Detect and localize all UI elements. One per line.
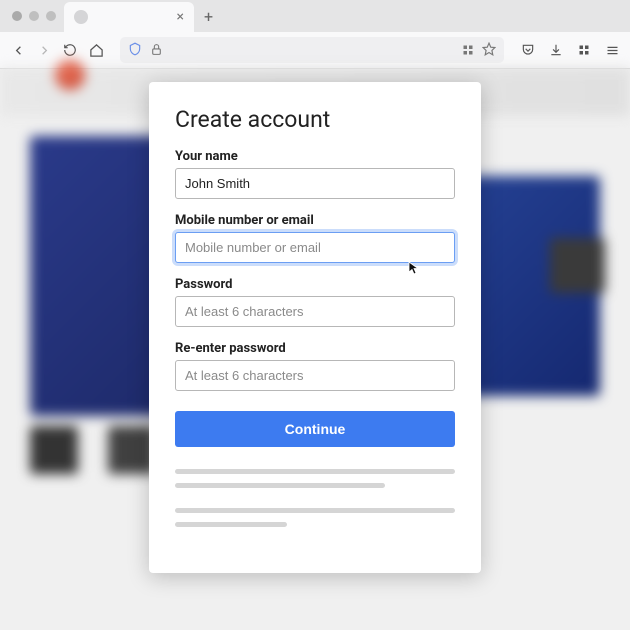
modal-title: Create account xyxy=(175,106,455,133)
grid-icon[interactable] xyxy=(462,41,474,60)
mobile-email-input[interactable] xyxy=(175,232,455,263)
maximize-window-button[interactable] xyxy=(46,11,56,21)
name-field: Your name xyxy=(175,149,455,199)
mobile-email-label: Mobile number or email xyxy=(175,213,455,228)
close-tab-icon[interactable]: × xyxy=(177,10,184,24)
shield-icon[interactable] xyxy=(128,41,142,60)
name-input[interactable] xyxy=(175,168,455,199)
bookmark-icon[interactable] xyxy=(482,41,496,60)
pocket-icon[interactable] xyxy=(520,42,536,58)
address-bar[interactable] xyxy=(120,37,504,63)
reenter-password-input[interactable] xyxy=(175,360,455,391)
password-input[interactable] xyxy=(175,296,455,327)
minimize-window-button[interactable] xyxy=(29,11,39,21)
browser-chrome: × + xyxy=(0,0,630,69)
back-icon[interactable] xyxy=(10,42,26,58)
mobile-email-field: Mobile number or email xyxy=(175,213,455,263)
new-tab-button[interactable]: + xyxy=(194,7,223,26)
reenter-password-label: Re-enter password xyxy=(175,341,455,356)
tab-bar: × + xyxy=(0,0,630,32)
password-label: Password xyxy=(175,277,455,292)
reload-icon[interactable] xyxy=(62,42,78,58)
menu-icon[interactable] xyxy=(604,42,620,58)
window-controls xyxy=(8,11,64,21)
reenter-password-field: Re-enter password xyxy=(175,341,455,391)
close-window-button[interactable] xyxy=(12,11,22,21)
download-icon[interactable] xyxy=(548,42,564,58)
home-icon[interactable] xyxy=(88,42,104,58)
name-label: Your name xyxy=(175,149,455,164)
toolbar xyxy=(0,32,630,68)
continue-button[interactable]: Continue xyxy=(175,411,455,447)
password-field: Password xyxy=(175,277,455,327)
create-account-modal: Create account Your name Mobile number o… xyxy=(149,82,481,573)
lock-icon[interactable] xyxy=(150,41,163,60)
forward-icon[interactable] xyxy=(36,42,52,58)
toolbar-right xyxy=(520,42,620,58)
footer-text-placeholder xyxy=(175,508,455,527)
extensions-icon[interactable] xyxy=(576,42,592,58)
browser-tab[interactable]: × xyxy=(64,2,194,32)
tab-favicon xyxy=(74,10,88,24)
terms-text-placeholder xyxy=(175,469,455,488)
